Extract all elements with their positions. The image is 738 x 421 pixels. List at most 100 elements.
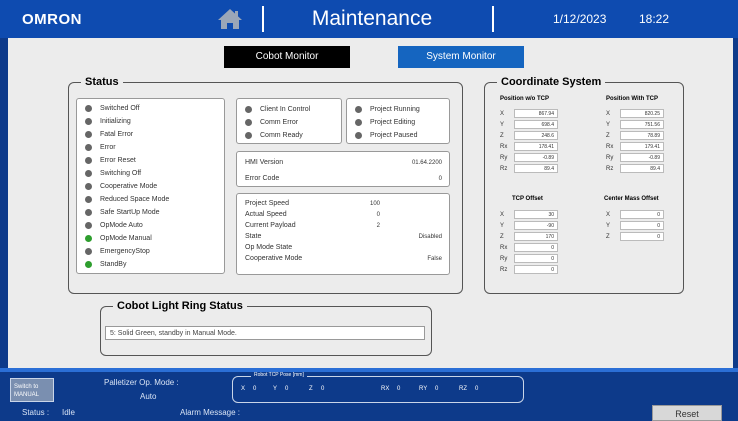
table-row: Project Speed 100	[245, 200, 380, 207]
status-led-icon	[85, 144, 92, 151]
version-box: HMI Version 01.64.2200 Error Code 0	[236, 151, 450, 187]
status-led-icon	[245, 119, 252, 126]
position-wo-tcp-title: Position w/o TCP	[500, 96, 549, 102]
status-led-icon	[85, 261, 92, 268]
coord-row: Y0	[606, 220, 664, 231]
status-led-icon	[85, 222, 92, 229]
date-display: 1/12/2023	[553, 12, 607, 26]
center-mass-offset-list: X0 Y0 Z0	[606, 209, 664, 242]
table-row: Op Mode State	[245, 244, 293, 251]
status-led-icon	[85, 118, 92, 125]
time-display: 18:22	[639, 12, 670, 26]
list-item: Switched Off	[77, 102, 224, 115]
list-item: EmergencyStop	[77, 245, 224, 258]
table-row: Actual Speed 0	[245, 211, 380, 218]
table-row: Current Payload 2	[245, 222, 380, 229]
status-led-icon	[245, 106, 252, 113]
project-status-box: Project Running Project Editing Project …	[346, 98, 450, 144]
coord-row: Rz 89.4	[500, 163, 558, 174]
alarm-message-label: Alarm Message :	[180, 408, 241, 417]
status-led-icon	[85, 209, 92, 216]
header-bar: OMRON Maintenance 1/12/2023 18:22	[0, 0, 738, 38]
status-led-icon	[355, 132, 362, 139]
position-with-tcp-list: X 820.25 Y 751.56 Z 78.89 Rx 179.41 Ry -0.89 …	[606, 108, 664, 174]
coord-row: X0	[606, 209, 664, 220]
coord-row: Rz 0	[500, 264, 558, 275]
status-led-icon	[85, 131, 92, 138]
list-item: Reduced Space Mode	[77, 193, 224, 206]
list-item: Client In Control	[237, 103, 341, 116]
list-item: OpMode Auto	[77, 219, 224, 232]
status-led-icon	[245, 132, 252, 139]
status-led-icon	[355, 106, 362, 113]
list-item: Error	[77, 141, 224, 154]
status-led-icon	[85, 235, 92, 242]
palletizer-mode-label: Palletizer Op. Mode :	[104, 378, 179, 387]
coord-row: X 30	[500, 209, 558, 220]
table-row: Cooperative Mode False	[245, 255, 442, 262]
coord-row: Z 248.6	[500, 130, 558, 141]
robot-tcp-pose-box: Robot TCP Pose [mm] X0 Y0 Z0 RX 0 RY 0 RZ 0	[232, 372, 524, 403]
table-row: State Disabled	[245, 233, 442, 240]
status-legend: Status	[85, 76, 119, 88]
list-item: Comm Error	[237, 116, 341, 129]
error-code-row: Error Code 0	[245, 175, 442, 182]
footer-divider	[0, 368, 738, 372]
position-with-tcp-title: Position With TCP	[606, 96, 658, 102]
status-led-icon	[85, 183, 92, 190]
coord-row: Y 698.4	[500, 119, 558, 130]
state-list: Switched Off Initializing Fatal Error Er…	[76, 98, 225, 274]
list-item: Cooperative Mode	[77, 180, 224, 193]
list-item: Switching Off	[77, 167, 224, 180]
switch-to-manual-button[interactable]: Switch to MANUAL	[10, 378, 54, 402]
list-item: OpMode Manual	[77, 232, 224, 245]
coord-row: Y -90	[500, 220, 558, 231]
status-led-icon	[85, 105, 92, 112]
status-value: Idle	[62, 408, 75, 417]
status-led-icon	[85, 248, 92, 255]
coord-row: Ry -0.89	[500, 152, 558, 163]
palletizer-mode-value: Auto	[140, 392, 157, 401]
coord-row: Rx 178.41	[500, 141, 558, 152]
list-item: StandBy	[77, 258, 224, 271]
page-title: Maintenance	[311, 7, 433, 30]
hmi-version-row: HMI Version 01.64.2200	[245, 159, 442, 166]
coord-row: Y 751.56	[606, 119, 664, 130]
list-item: Safe StartUp Mode	[77, 206, 224, 219]
position-wo-tcp-list: X 867.94 Y 698.4 Z 248.6 Rx 178.41 Ry -0.89 R…	[500, 108, 558, 174]
tcp-offset-title: TCP Offset	[512, 196, 543, 202]
home-icon[interactable]	[217, 8, 243, 30]
coord-row: X 867.94	[500, 108, 558, 119]
tab-cobot-monitor[interactable]: Cobot Monitor	[224, 46, 350, 68]
coord-row: Ry 0	[500, 253, 558, 264]
status-led-icon	[85, 170, 92, 177]
coordinate-legend: Coordinate System	[501, 76, 602, 88]
list-item: Initializing	[77, 115, 224, 128]
robot-tcp-pose-title: Robot TCP Pose [mm]	[251, 372, 307, 378]
list-item: Project Paused	[347, 129, 449, 142]
status-label: Status :	[22, 408, 50, 417]
coord-row: Ry -0.89	[606, 152, 664, 163]
status-led-icon	[355, 119, 362, 126]
coord-row: Rx 0	[500, 242, 558, 253]
tab-system-monitor[interactable]: System Monitor	[398, 46, 524, 68]
omron-logo: OMRON	[22, 11, 82, 28]
tcp-offset-list: X 30 Y -90 Z 170 Rx 0 Ry 0 Rz 0	[500, 209, 558, 275]
list-item: Comm Ready	[237, 129, 341, 142]
list-item: Project Editing	[347, 116, 449, 129]
reset-button[interactable]: Reset	[652, 405, 722, 421]
list-item: Project Running	[347, 103, 449, 116]
project-info-box: Project Speed 100 Actual Speed 0 Current P…	[236, 193, 450, 275]
coord-row: Rz 89.4	[606, 163, 664, 174]
robot-tcp-pose-row: X0 Y0 Z0 RX 0 RY 0 RZ 0	[241, 386, 479, 392]
center-mass-offset-title: Center Mass Offset	[604, 196, 659, 202]
comm-status-box: Client In Control Comm Error Comm Ready	[236, 98, 342, 144]
coord-row: Z 170	[500, 231, 558, 242]
status-led-icon	[85, 196, 92, 203]
coord-row: Z0	[606, 231, 664, 242]
header-divider	[492, 6, 494, 32]
list-item: Error Reset	[77, 154, 224, 167]
coord-row: Rx 179.41	[606, 141, 664, 152]
main-panel: Cobot Monitor System Monitor Status Swit…	[8, 38, 733, 368]
light-ring-legend: Cobot Light Ring Status	[117, 300, 243, 312]
